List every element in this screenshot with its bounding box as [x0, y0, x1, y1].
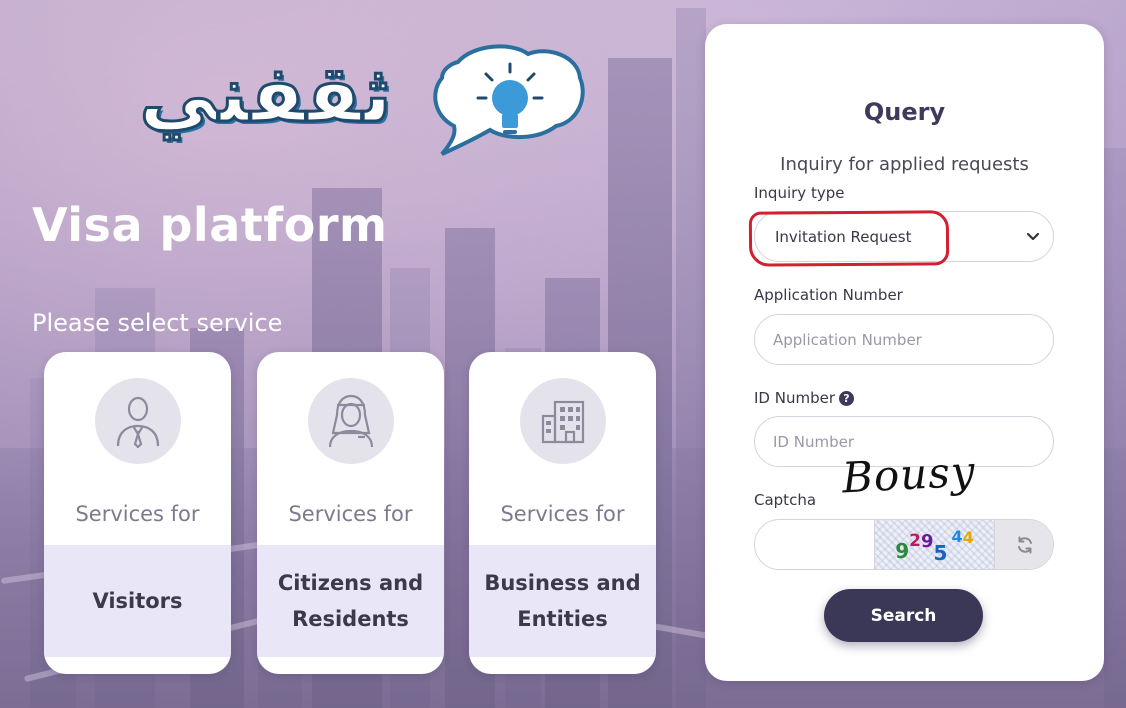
- service-card-label: Citizens and Residents: [257, 545, 444, 657]
- service-card-label: Visitors: [44, 545, 231, 657]
- service-card-pre: Services for: [288, 502, 413, 526]
- person-headdress-icon: [307, 378, 394, 464]
- inquiry-type-label: Inquiry type: [754, 184, 845, 202]
- search-button[interactable]: Search: [824, 589, 983, 642]
- chevron-down-icon: [1026, 232, 1040, 241]
- service-card-visitors[interactable]: Services for Visitors: [44, 352, 231, 674]
- refresh-captcha-button[interactable]: [995, 520, 1053, 569]
- application-number-input[interactable]: Application Number: [754, 314, 1054, 365]
- captcha-group: 9 2 9 5 4 4: [754, 519, 1054, 570]
- captcha-char: 5: [933, 540, 948, 565]
- captcha-char: 2: [909, 530, 922, 551]
- service-card-pre: Services for: [500, 502, 625, 526]
- application-number-placeholder: Application Number: [773, 330, 922, 349]
- query-title: Query: [863, 98, 946, 126]
- refresh-icon: [1018, 536, 1032, 553]
- signature-watermark: Bousy: [840, 446, 977, 503]
- captcha-char: 9: [921, 531, 934, 552]
- building-icon: [519, 378, 606, 464]
- captcha-char: 4: [962, 528, 974, 547]
- id-number-placeholder: ID Number: [773, 432, 854, 451]
- query-subtitle: Inquiry for applied requests: [780, 154, 1029, 175]
- inquiry-type-value: Invitation Request: [775, 227, 912, 246]
- service-card-pre: Services for: [75, 502, 200, 526]
- service-card-business[interactable]: Services for Business and Entities: [469, 352, 656, 674]
- select-service-prompt: Please select service: [32, 309, 283, 337]
- logo-wordmark: ثقفني: [138, 49, 393, 142]
- person-tie-icon: [94, 378, 181, 464]
- id-number-label: ID Number: [754, 389, 835, 407]
- captcha-char: 9: [895, 538, 910, 563]
- service-card-label: Business and Entities: [469, 545, 656, 657]
- captcha-image: 9 2 9 5 4 4: [874, 520, 995, 569]
- inquiry-type-select[interactable]: Invitation Request: [754, 211, 1054, 262]
- captcha-input[interactable]: [755, 520, 873, 569]
- captcha-char: 4: [951, 527, 963, 546]
- id-number-label-row: ID Number?: [754, 389, 854, 407]
- application-number-label: Application Number: [754, 286, 903, 304]
- page-title: Visa platform: [32, 198, 388, 252]
- service-card-citizens[interactable]: Services for Citizens and Residents: [257, 352, 444, 674]
- help-icon[interactable]: ?: [839, 391, 854, 406]
- captcha-label: Captcha: [754, 491, 817, 509]
- lightbulb-speech-bubble-icon: [433, 44, 585, 156]
